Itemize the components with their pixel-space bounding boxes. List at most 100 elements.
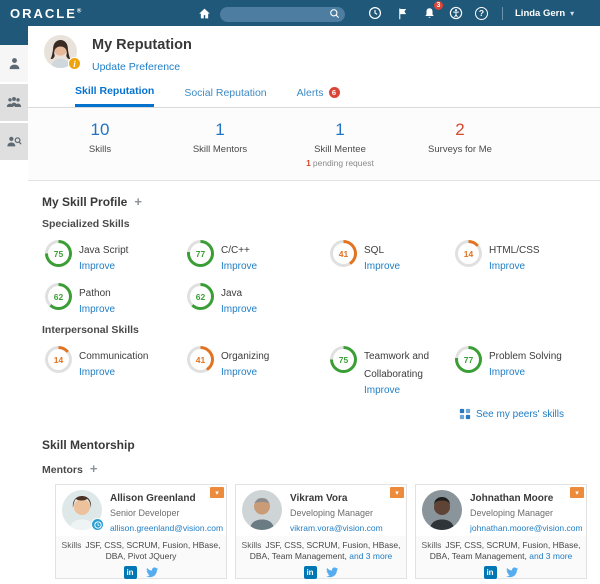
improve-link[interactable]: Improve: [221, 304, 257, 315]
twitter-icon[interactable]: [505, 566, 519, 584]
specialized-skills-grid: 75 Java Script Improve 77 C/C++ Improve 41…: [45, 240, 600, 315]
skill-progress-ring: 77: [455, 346, 482, 373]
notifications-bell-icon[interactable]: 3: [421, 1, 443, 21]
profile-text: My Reputation Update Preference: [92, 35, 192, 75]
user-menu[interactable]: Linda Gern: [515, 8, 565, 19]
improve-link[interactable]: Improve: [489, 261, 540, 272]
mentor-avatar[interactable]: [422, 490, 462, 530]
help-icon[interactable]: ?: [475, 6, 488, 20]
mentor-email-link[interactable]: allison.greenland@vision.com: [110, 523, 223, 533]
profile-header: i My Reputation Update Preference: [28, 26, 600, 75]
mentor-info: Vikram Vora Developing Manager vikram.vo…: [290, 493, 383, 533]
tab-skill-reputation[interactable]: Skill Reputation: [75, 85, 155, 107]
mentor-info: Allison Greenland Senior Developer allis…: [110, 493, 224, 533]
more-skills-link[interactable]: and 3 more: [529, 551, 572, 561]
skill-progress-ring: 62: [45, 283, 72, 310]
linkedin-icon[interactable]: in: [303, 565, 317, 579]
mentors-heading: Mentors +: [42, 461, 98, 476]
skill-item: 14 Communication Improve: [45, 346, 187, 396]
mentor-card: ▾ Allison Greenland Senior Developer all…: [55, 484, 227, 579]
left-sidebar: [0, 26, 28, 520]
see-peers-skills-link[interactable]: See my peers' skills: [459, 408, 564, 420]
sidebar-item-team[interactable]: [0, 84, 28, 121]
skill-item: 75 Teamwork and Collaborating Improve: [330, 346, 455, 396]
improve-link[interactable]: Improve: [79, 367, 148, 378]
improve-link[interactable]: Improve: [221, 367, 269, 378]
clock-icon[interactable]: [367, 5, 383, 21]
flag-icon[interactable]: [394, 5, 410, 21]
tab-alerts[interactable]: Alerts 6: [297, 85, 340, 107]
tab-social-reputation[interactable]: Social Reputation: [184, 85, 266, 107]
add-mentor-icon[interactable]: +: [90, 461, 98, 476]
search-input[interactable]: [220, 6, 345, 22]
improve-link[interactable]: Improve: [79, 304, 115, 315]
improve-link[interactable]: Improve: [364, 385, 455, 396]
skill-progress-ring: 77: [187, 240, 214, 267]
improve-link[interactable]: Improve: [79, 261, 128, 272]
info-badge-icon[interactable]: i: [68, 57, 81, 70]
stat-skill-mentee[interactable]: 1 Skill Mentee 1 pending request: [280, 120, 400, 180]
improve-link[interactable]: Improve: [221, 261, 257, 272]
accessibility-icon[interactable]: [448, 5, 464, 21]
mentor-info: Johnathan Moore Developing Manager johna…: [470, 493, 583, 533]
add-skill-icon[interactable]: +: [134, 194, 142, 209]
header-divider: [502, 6, 503, 20]
peers-link-row: See my peers' skills: [42, 407, 564, 425]
card-actions-button[interactable]: ▾: [390, 487, 404, 498]
avatar-image: [422, 490, 462, 530]
interpersonal-skills-grid: 14 Communication Improve 41 Organizing Imp…: [45, 346, 600, 396]
pending-request-note: 1 pending request: [306, 158, 374, 168]
more-skills-link[interactable]: and 3 more: [349, 551, 392, 561]
card-actions-button[interactable]: ▾: [570, 487, 584, 498]
sidebar-item-people-search[interactable]: [0, 123, 28, 160]
tab-bar: Skill Reputation Social Reputation Alert…: [28, 75, 600, 108]
mentor-card: ▾ Johnathan Moore Developing Manager joh…: [415, 484, 587, 579]
skill-progress-ring: 75: [45, 240, 72, 267]
skill-item: 14 HTML/CSS Improve: [455, 240, 600, 272]
stat-surveys[interactable]: 2 Surveys for Me: [400, 120, 520, 180]
card-actions-button[interactable]: ▾: [210, 487, 224, 498]
home-icon[interactable]: [196, 5, 212, 21]
sidebar-header-cap: [0, 26, 28, 45]
skill-item: 62 Java Improve: [187, 283, 330, 315]
mentor-skills: Skills JSF, CSS, SCRUM, Fusion, HBase, DB…: [241, 540, 401, 562]
search-box: [220, 4, 345, 22]
mentor-avatar[interactable]: [62, 490, 104, 531]
social-icons: in: [416, 565, 586, 584]
twitter-icon[interactable]: [145, 566, 159, 584]
skill-item: 77 Problem Solving Improve: [455, 346, 600, 396]
search-icon[interactable]: [329, 6, 340, 24]
mentor-avatar[interactable]: [242, 490, 282, 530]
skill-item: 41 Organizing Improve: [187, 346, 330, 396]
update-preference-link[interactable]: Update Preference: [92, 61, 180, 73]
sidebar-item-person[interactable]: [0, 45, 28, 82]
mentor-email-link[interactable]: johnathan.moore@vision.com: [470, 523, 583, 533]
linkedin-icon[interactable]: in: [483, 565, 497, 579]
improve-link[interactable]: Improve: [489, 367, 562, 378]
user-avatar[interactable]: i: [44, 35, 81, 70]
linkedin-icon[interactable]: in: [123, 565, 137, 579]
specialized-skills-heading: Specialized Skills: [42, 218, 130, 230]
peers-icon: [459, 408, 471, 420]
interpersonal-skills-heading: Interpersonal Skills: [42, 324, 139, 336]
mentor-card-top: Allison Greenland Senior Developer allis…: [56, 485, 226, 536]
skill-item: 41 SQL Improve: [330, 240, 455, 272]
twitter-icon[interactable]: [325, 566, 339, 584]
alerts-count-badge: 6: [328, 87, 340, 98]
mentor-card-top: Johnathan Moore Developing Manager johna…: [416, 485, 586, 536]
skill-progress-ring: 14: [45, 346, 72, 373]
stat-skills[interactable]: 10 Skills: [40, 120, 160, 180]
user-menu-caret-icon[interactable]: ▾: [570, 9, 574, 18]
page-title: My Reputation: [92, 37, 192, 53]
skill-profile-heading: My Skill Profile +: [42, 194, 142, 209]
mentor-card-top: Vikram Vora Developing Manager vikram.vo…: [236, 485, 406, 536]
skill-progress-ring: 41: [187, 346, 214, 373]
stat-skill-mentors[interactable]: 1 Skill Mentors: [160, 120, 280, 180]
person-icon: [9, 58, 19, 70]
skill-progress-ring: 41: [330, 240, 357, 267]
skill-item: 62 Pathon Improve: [45, 283, 187, 315]
improve-link[interactable]: Improve: [364, 261, 400, 272]
mentor-email-link[interactable]: vikram.vora@vision.com: [290, 523, 383, 533]
notification-count-badge: 3: [434, 1, 443, 10]
stats-band: 10 Skills 1 Skill Mentors 1 Skill Mentee…: [28, 108, 600, 181]
